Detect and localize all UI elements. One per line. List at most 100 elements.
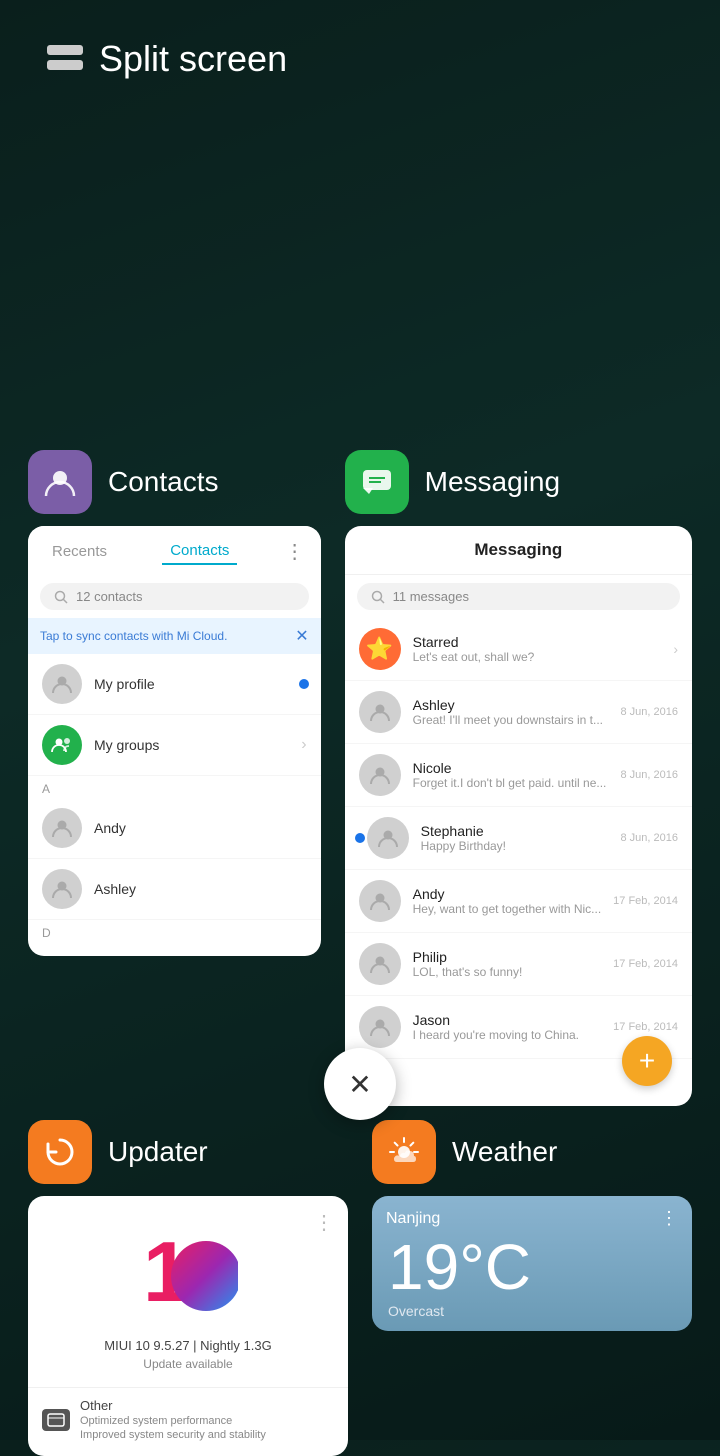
close-button[interactable]: ✕ — [324, 1048, 396, 1120]
updater-footer: Other Optimized system performance Impro… — [28, 1387, 348, 1451]
new-message-fab[interactable]: + — [622, 1036, 672, 1086]
msg-stephanie[interactable]: Stephanie Happy Birthday! 8 Jun, 2016 — [345, 807, 692, 870]
groups-avatar — [42, 725, 82, 765]
contact-ashley[interactable]: Ashley — [28, 859, 321, 920]
weather-menu-icon[interactable]: ⋮ — [660, 1208, 678, 1229]
contacts-search-bar[interactable]: 12 contacts — [40, 583, 309, 610]
weather-temperature: 19°C — [372, 1235, 692, 1299]
bottom-row: Updater ⋮ 1 — [28, 1120, 692, 1456]
weather-card: Nanjing ⋮ 19°C Overcast — [372, 1196, 692, 1331]
messaging-app-header: Messaging — [345, 450, 692, 514]
starred-chevron-icon: › — [673, 641, 678, 657]
msg-nicole[interactable]: Nicole Forget it.I don't bl get paid. un… — [345, 744, 692, 807]
weather-app-icon[interactable] — [372, 1120, 436, 1184]
updater-app-icon[interactable] — [28, 1120, 92, 1184]
stephanie-name: Stephanie — [421, 823, 609, 839]
update-note1: Optimized system performance — [80, 1415, 266, 1427]
philip-avatar — [359, 943, 401, 985]
contact-andy[interactable]: Andy — [28, 798, 321, 859]
update-note2: Improved system security and stability — [80, 1429, 266, 1441]
ashley-msg-name: Ashley — [413, 697, 609, 713]
ashley-msg-avatar — [359, 691, 401, 733]
section-d-label: D — [28, 920, 321, 942]
search-icon — [54, 590, 68, 604]
tab-recents[interactable]: Recents — [44, 539, 115, 564]
jason-date: 17 Feb, 2014 — [613, 1021, 678, 1033]
ashley-name: Ashley — [94, 881, 307, 897]
nicole-content: Nicole Forget it.I don't bl get paid. un… — [413, 760, 609, 790]
stephanie-date: 8 Jun, 2016 — [621, 832, 679, 844]
andy-msg-preview: Hey, want to get together with Nic... — [413, 902, 602, 916]
updater-section: Updater ⋮ 1 — [28, 1120, 348, 1456]
starred-avatar: ⭐ — [359, 628, 401, 670]
msg-ashley[interactable]: Ashley Great! I'll meet you downstairs i… — [345, 681, 692, 744]
updater-version: MIUI 10 9.5.27 | Nightly 1.3G — [104, 1338, 271, 1353]
contacts-app-icon[interactable] — [28, 450, 92, 514]
tab-contacts[interactable]: Contacts — [162, 538, 237, 565]
ashley-avatar — [42, 869, 82, 909]
updater-card: ⋮ 1 — [28, 1196, 348, 1456]
stephanie-content: Stephanie Happy Birthday! — [421, 823, 609, 853]
other-icon — [42, 1409, 70, 1431]
starred-name: Starred — [413, 634, 662, 650]
profile-avatar — [42, 664, 82, 704]
andy-msg-name: Andy — [413, 886, 602, 902]
jason-name: Jason — [413, 1012, 602, 1028]
ashley-msg-meta: 8 Jun, 2016 — [621, 706, 679, 718]
philip-meta: 17 Feb, 2014 — [613, 958, 678, 970]
ashley-msg-content: Ashley Great! I'll meet you downstairs i… — [413, 697, 609, 727]
unread-indicator — [355, 833, 365, 843]
weather-app-name: Weather — [452, 1136, 557, 1168]
header: Split screen — [47, 38, 287, 80]
andy-msg-meta: 17 Feb, 2014 — [613, 895, 678, 907]
nicole-preview: Forget it.I don't bl get paid. until ne.… — [413, 776, 609, 790]
weather-header: Nanjing ⋮ — [372, 1196, 692, 1235]
cards-grid: Contacts Recents Contacts ⋮ 12 contacts … — [28, 450, 692, 1106]
msg-starred[interactable]: ⭐ Starred Let's eat out, shall we? › — [345, 618, 692, 681]
contacts-card: Recents Contacts ⋮ 12 contacts Tap to sy… — [28, 526, 321, 956]
messaging-app-name: Messaging — [425, 466, 560, 498]
stephanie-preview: Happy Birthday! — [421, 839, 609, 853]
updater-status: Update available — [143, 1357, 232, 1371]
weather-app-header: Weather — [372, 1120, 692, 1184]
starred-content: Starred Let's eat out, shall we? — [413, 634, 662, 664]
groups-chevron-icon: › — [301, 736, 306, 754]
jason-preview: I heard you're moving to China. — [413, 1028, 602, 1042]
nicole-date: 8 Jun, 2016 — [621, 769, 679, 781]
andy-msg-avatar — [359, 880, 401, 922]
nicole-avatar — [359, 754, 401, 796]
messaging-card: Messaging 11 messages ⭐ Starred Let's ea… — [345, 526, 692, 1106]
messaging-title: Messaging — [345, 526, 692, 575]
weather-city: Nanjing — [386, 1210, 440, 1228]
sync-close-icon[interactable]: ✕ — [295, 626, 308, 646]
philip-name: Philip — [413, 949, 602, 965]
my-profile-label: My profile — [94, 676, 307, 692]
contacts-app-name: Contacts — [108, 466, 219, 498]
section-a-label: A — [28, 776, 321, 798]
updater-content: 1 MIUI 10 9.5.27 | Nightly 1.3G Update a… — [28, 1196, 348, 1387]
andy-name: Andy — [94, 820, 307, 836]
updater-menu-icon[interactable]: ⋮ — [314, 1210, 334, 1235]
updater-app-name: Updater — [108, 1136, 208, 1168]
ashley-msg-date: 8 Jun, 2016 — [621, 706, 679, 718]
starred-preview: Let's eat out, shall we? — [413, 650, 662, 664]
msg-andy[interactable]: Andy Hey, want to get together with Nic.… — [345, 870, 692, 933]
andy-msg-date: 17 Feb, 2014 — [613, 895, 678, 907]
andy-msg-content: Andy Hey, want to get together with Nic.… — [413, 886, 602, 916]
nicole-name: Nicole — [413, 760, 609, 776]
jason-content: Jason I heard you're moving to China. — [413, 1012, 602, 1042]
andy-avatar — [42, 808, 82, 848]
updater-app-header: Updater — [28, 1120, 348, 1184]
contacts-section: Contacts Recents Contacts ⋮ 12 contacts … — [28, 450, 321, 1106]
msg-search-icon — [371, 590, 385, 604]
msg-philip[interactable]: Philip LOL, that's so funny! 17 Feb, 201… — [345, 933, 692, 996]
my-groups-item[interactable]: My groups › — [28, 715, 321, 776]
sync-message: Tap to sync contacts with Mi Cloud. — [40, 629, 227, 643]
messaging-search-bar[interactable]: 11 messages — [357, 583, 680, 610]
weather-section: Weather Nanjing ⋮ 19°C Overcast — [372, 1120, 692, 1456]
contacts-menu-icon[interactable]: ⋮ — [285, 539, 305, 564]
my-profile-item[interactable]: My profile — [28, 654, 321, 715]
philip-preview: LOL, that's so funny! — [413, 965, 602, 979]
messaging-app-icon[interactable] — [345, 450, 409, 514]
jason-avatar — [359, 1006, 401, 1048]
